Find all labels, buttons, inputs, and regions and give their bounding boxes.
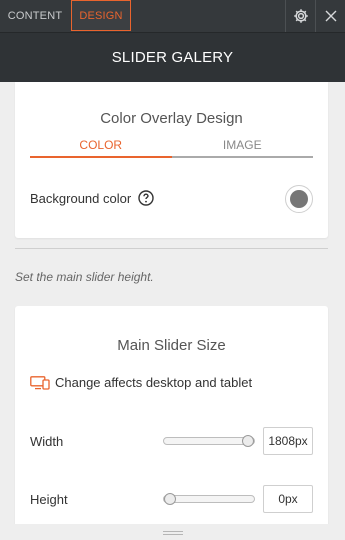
height-label: Height — [30, 491, 68, 507]
settings-button[interactable] — [285, 0, 315, 32]
drag-grip-icon — [162, 523, 184, 540]
height-slider[interactable] — [163, 493, 255, 505]
width-row: Width 1808px — [30, 427, 313, 455]
color-swatch-fill — [290, 190, 308, 208]
overlay-subtabs: COLOR IMAGE — [30, 136, 313, 158]
background-color-row: Background color — [30, 185, 313, 213]
subtab-image[interactable]: IMAGE — [171, 136, 313, 158]
width-label: Width — [30, 433, 64, 449]
overlay-card-title: Color Overlay Design — [100, 110, 243, 127]
height-row: Height 0px — [30, 485, 313, 513]
height-slider-handle[interactable] — [164, 493, 176, 505]
width-input[interactable]: 1808px — [263, 427, 313, 455]
size-card-title: Main Slider Size — [117, 337, 226, 354]
subtab-color[interactable]: COLOR — [30, 136, 172, 158]
question-circle-icon[interactable] — [138, 190, 154, 206]
tab-content[interactable]: CONTENT — [0, 0, 70, 32]
section-divider — [15, 248, 328, 249]
resize-grip[interactable] — [0, 524, 345, 540]
desktop-tablet-icon — [30, 375, 50, 390]
tab-design[interactable]: DESIGN — [71, 0, 131, 31]
panel-title: SLIDER GALERY — [111, 49, 234, 66]
background-color-picker[interactable] — [285, 185, 313, 213]
height-input[interactable]: 0px — [263, 485, 313, 513]
gear-icon — [293, 8, 309, 24]
width-slider-handle[interactable] — [242, 435, 254, 447]
device-notice: Change affects desktop and tablet — [30, 375, 252, 390]
close-button[interactable] — [315, 0, 345, 32]
color-overlay-card: Color Overlay Design COLOR IMAGE Backgro… — [15, 82, 328, 238]
panel-header: SLIDER GALERY — [0, 32, 345, 82]
top-tab-bar: CONTENT DESIGN — [0, 0, 345, 32]
width-slider[interactable] — [163, 435, 255, 447]
background-color-label: Background color — [30, 190, 132, 206]
slider-height-hint: Set the main slider height. — [15, 270, 154, 284]
device-notice-text: Change affects desktop and tablet — [55, 375, 253, 390]
main-slider-size-card: Main Slider Size Change affects desktop … — [15, 306, 328, 524]
close-icon — [325, 10, 337, 22]
